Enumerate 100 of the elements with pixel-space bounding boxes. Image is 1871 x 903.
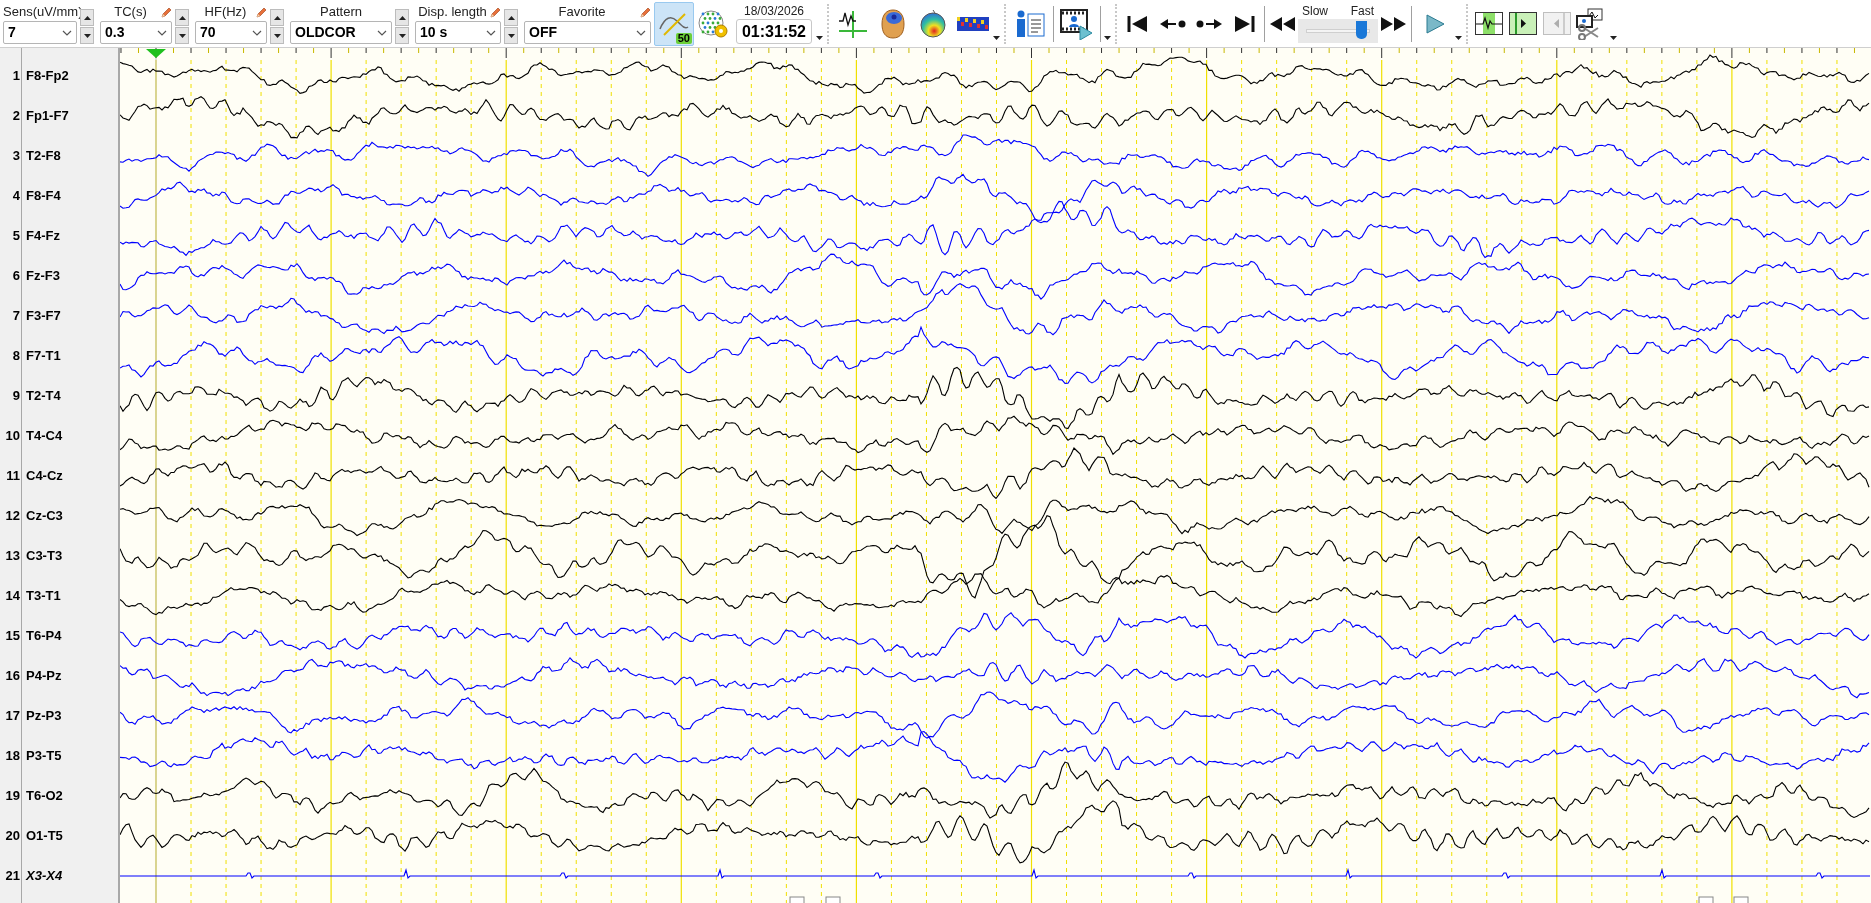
arrow-down-icon <box>507 33 515 38</box>
control-label: HF(Hz) <box>203 3 248 22</box>
arrow-down-icon <box>83 33 91 38</box>
control-label: Pattern <box>319 3 363 22</box>
caret-icon[interactable] <box>1455 35 1462 40</box>
channel-name[interactable]: T2-F8 <box>26 146 61 166</box>
channel-number: 20 <box>4 827 20 846</box>
channel-name[interactable]: C4-Cz <box>26 466 63 486</box>
control-label: Favorite <box>557 3 607 22</box>
recording-date: 18/03/2026 <box>743 3 805 19</box>
channel-number: 13 <box>4 547 20 566</box>
slider-thumb[interactable] <box>1355 21 1367 39</box>
spin-down-button[interactable] <box>270 27 284 44</box>
page-marker[interactable] <box>1698 896 1714 903</box>
channel-name[interactable]: T3-T1 <box>26 586 61 606</box>
spin-down-button[interactable] <box>504 27 518 44</box>
spin-up-button[interactable] <box>80 9 94 26</box>
channel-number: 21 <box>4 867 20 886</box>
channel-number: 10 <box>4 427 20 446</box>
channel-number: 15 <box>4 627 20 646</box>
channel-number: 12 <box>4 507 20 526</box>
pencil-icon[interactable] <box>490 6 501 18</box>
channel-name[interactable]: Fz-F3 <box>26 266 60 286</box>
control-label: Disp. length <box>417 3 488 22</box>
dropdown-field[interactable]: OFF <box>524 21 651 44</box>
channel-name[interactable]: T6-O2 <box>26 786 63 806</box>
channel-number: 19 <box>4 787 20 806</box>
channel-number: 6 <box>11 267 20 286</box>
caret-icon[interactable] <box>1104 35 1111 40</box>
dropdown-field[interactable]: 0.3 <box>100 21 172 44</box>
channel-name[interactable]: F7-T1 <box>26 346 61 366</box>
channel-number: 9 <box>11 387 20 406</box>
page-marker[interactable] <box>825 896 841 903</box>
channel-name[interactable]: Cz-C3 <box>26 506 63 526</box>
filter-badge: 50 <box>675 32 692 44</box>
spin-up-button[interactable] <box>270 9 284 26</box>
chevron-down-icon <box>62 29 72 36</box>
channel-number: 8 <box>11 347 20 366</box>
arrow-down-icon <box>178 33 186 38</box>
channel-number: 18 <box>4 747 20 766</box>
channel-name[interactable]: F8-F4 <box>26 186 61 206</box>
arrow-up-icon <box>273 15 281 20</box>
caret-icon[interactable] <box>816 35 823 40</box>
chevron-down-icon <box>157 29 167 36</box>
control-label: Sens(uV/mm) <box>3 3 83 22</box>
channel-number: 17 <box>4 707 20 726</box>
channel-name[interactable]: Pz-P3 <box>26 706 62 726</box>
channel-name[interactable]: T6-P4 <box>26 626 62 646</box>
spin-up-button[interactable] <box>175 9 189 26</box>
pencil-icon[interactable] <box>256 6 267 18</box>
pencil-icon[interactable] <box>161 6 172 18</box>
page-marker[interactable] <box>789 896 805 903</box>
spin-up-button[interactable] <box>395 9 409 26</box>
channel-name[interactable]: F8-Fp2 <box>26 66 69 86</box>
spin-down-button[interactable] <box>175 27 189 44</box>
channel-number: 3 <box>11 147 20 166</box>
dropdown-field[interactable]: OLDCOR <box>290 21 392 44</box>
control-label: TC(s) <box>113 3 148 22</box>
caret-icon[interactable] <box>993 35 1000 40</box>
chevron-down-icon <box>486 29 496 36</box>
dropdown-field[interactable]: 7 <box>3 21 77 44</box>
channel-number: 11 <box>5 467 20 486</box>
channel-name[interactable]: F3-F7 <box>26 306 61 326</box>
chevron-down-icon <box>377 29 387 36</box>
channel-number: 14 <box>4 587 20 606</box>
spin-down-button[interactable] <box>80 27 94 44</box>
channel-name[interactable]: F4-Fz <box>26 226 60 246</box>
slow-label: Slow <box>1302 4 1328 19</box>
dropdown-field[interactable]: 70 <box>195 21 267 44</box>
channel-name[interactable]: Fp1-F7 <box>26 106 69 126</box>
channel-number: 4 <box>11 187 20 206</box>
channel-name[interactable]: P4-Pz <box>26 666 62 686</box>
channel-name[interactable]: T4-C4 <box>26 426 63 446</box>
arrow-up-icon <box>83 15 91 20</box>
page-marker[interactable] <box>1733 896 1749 903</box>
arrow-down-icon <box>273 33 281 38</box>
channel-number: 5 <box>11 227 20 246</box>
pencil-icon[interactable] <box>640 6 651 18</box>
channel-number: 1 <box>11 67 20 86</box>
caret-icon[interactable] <box>1610 35 1617 40</box>
arrow-down-icon <box>398 33 406 38</box>
speed-slider[interactable] <box>1298 19 1378 43</box>
channel-name[interactable]: O1-T5 <box>26 826 63 846</box>
channel-name[interactable]: C3-T3 <box>26 546 63 566</box>
arrow-up-icon <box>507 15 515 20</box>
fast-label: Fast <box>1350 4 1374 19</box>
channel-name[interactable]: X3-X4 <box>26 866 63 886</box>
channel-number: 2 <box>11 107 20 126</box>
chevron-down-icon <box>636 29 646 36</box>
chevron-down-icon <box>252 29 262 36</box>
spin-down-button[interactable] <box>395 27 409 44</box>
channel-name[interactable]: T2-T4 <box>26 386 61 406</box>
arrow-up-icon <box>398 15 406 20</box>
channel-number: 7 <box>11 307 20 326</box>
dropdown-field[interactable]: 10 s <box>415 21 501 44</box>
channel-name[interactable]: P3-T5 <box>26 746 62 766</box>
filter-toggle-button[interactable]: 50 <box>654 1 694 46</box>
channel-number: 16 <box>4 667 20 686</box>
spin-up-button[interactable] <box>504 9 518 26</box>
time-field[interactable]: 01:31:52 <box>736 19 812 44</box>
